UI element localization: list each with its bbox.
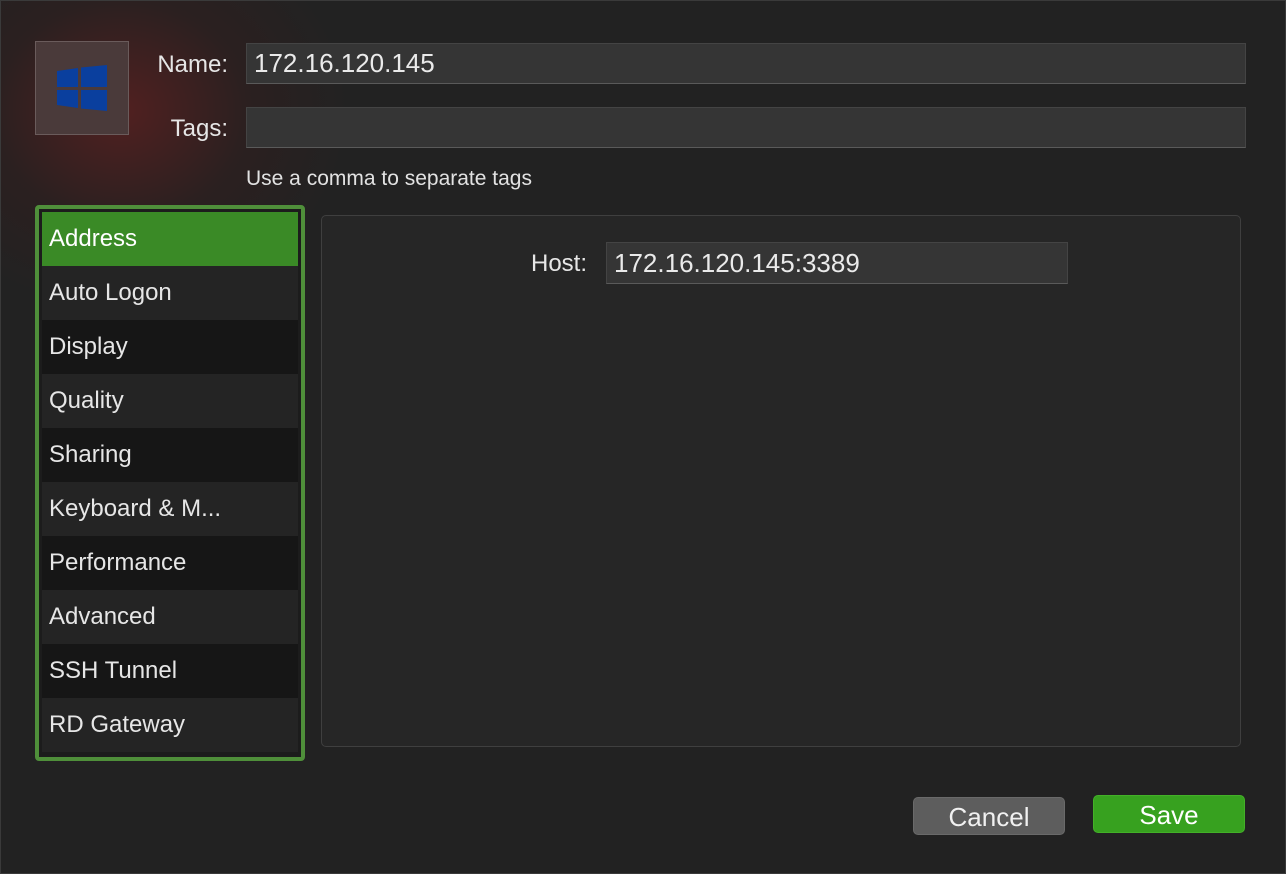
windows-logo-icon [57, 65, 107, 111]
name-field[interactable] [246, 43, 1246, 84]
tags-label: Tags: [170, 115, 228, 142]
tags-hint: Use a comma to separate tags [246, 167, 532, 190]
save-button[interactable]: Save [1093, 795, 1245, 833]
connection-settings-window: Name: Tags: Use a comma to separate tags… [0, 0, 1286, 874]
sidebar-item-rd-gateway[interactable]: RD Gateway [42, 698, 298, 752]
tags-field[interactable] [246, 107, 1246, 148]
sidebar-item-performance[interactable]: Performance [42, 536, 298, 590]
cancel-button[interactable]: Cancel [913, 797, 1065, 835]
sidebar-item-sharing[interactable]: Sharing [42, 428, 298, 482]
settings-category-list: Address Auto Logon Display Quality Shari… [35, 205, 305, 761]
sidebar-item-ssh-tunnel[interactable]: SSH Tunnel [42, 644, 298, 698]
sidebar-item-quality[interactable]: Quality [42, 374, 298, 428]
host-label: Host: [530, 250, 587, 277]
host-field[interactable] [606, 242, 1068, 284]
address-settings-panel: Host: [321, 215, 1241, 747]
sidebar-item-display[interactable]: Display [42, 320, 298, 374]
sidebar-item-advanced[interactable]: Advanced [42, 590, 298, 644]
sidebar-item-auto-logon[interactable]: Auto Logon [42, 266, 298, 320]
app-icon-well[interactable] [35, 41, 129, 135]
name-label: Name: [157, 51, 228, 78]
sidebar-item-keyboard-mouse[interactable]: Keyboard & M... [42, 482, 298, 536]
sidebar-item-address[interactable]: Address [42, 212, 298, 266]
